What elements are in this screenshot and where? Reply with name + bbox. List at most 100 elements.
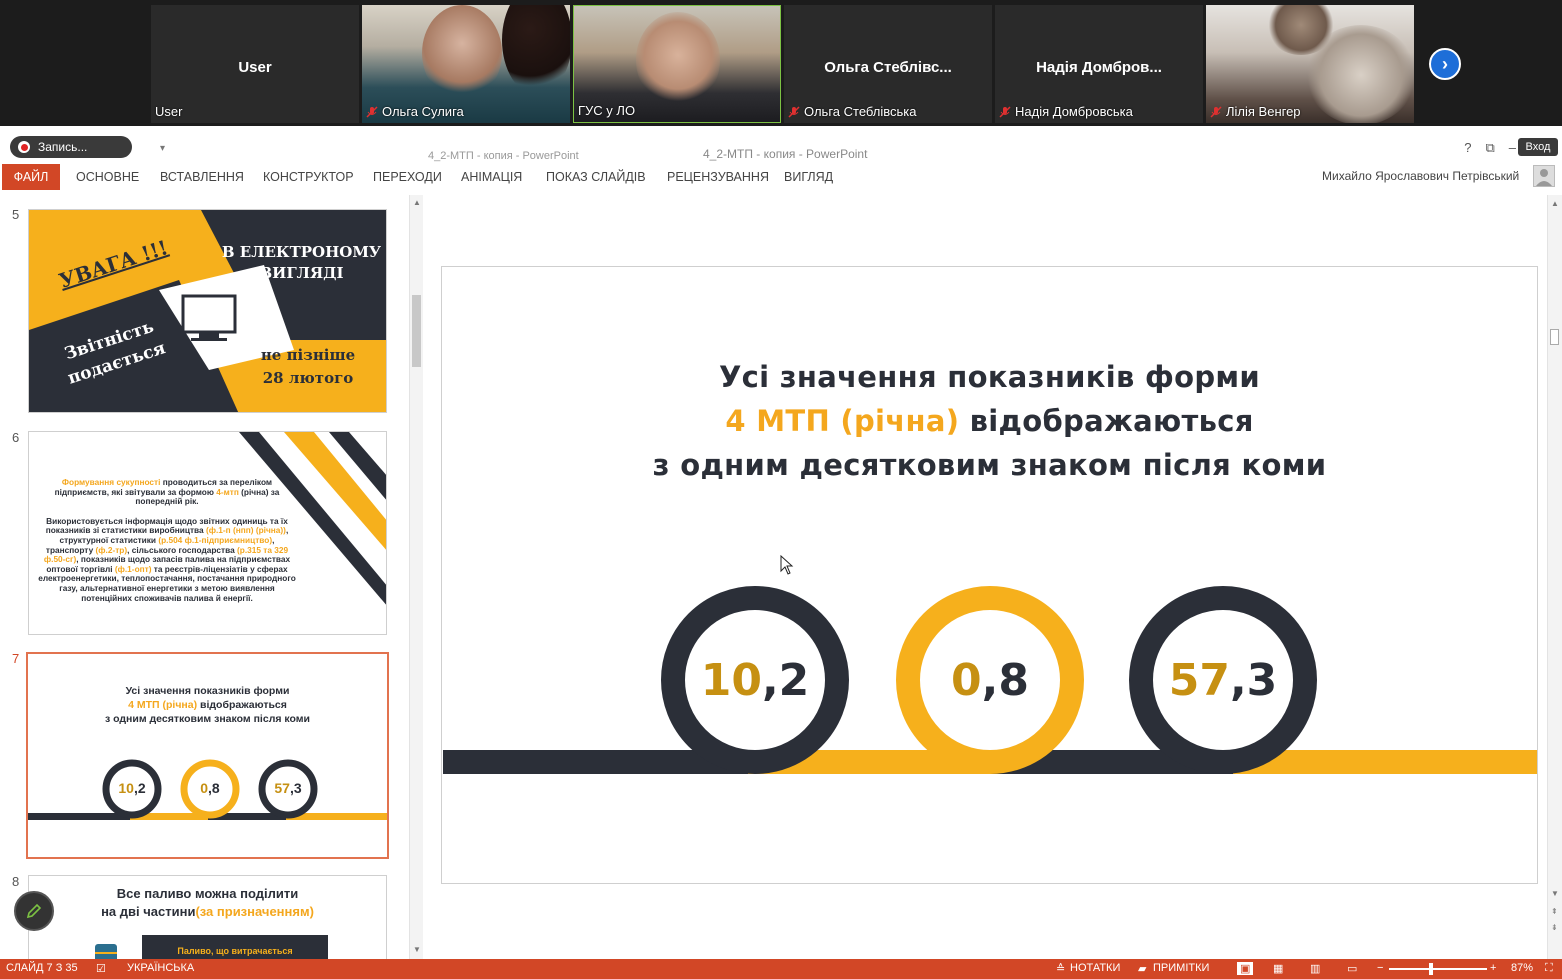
participant-name: Лілія Венгер [1210, 104, 1301, 119]
participant-tile[interactable]: Ольга Стеблівс... Ольга Стеблівська [784, 5, 992, 123]
mini-value-frac: ,2 [133, 780, 146, 796]
tab-view[interactable]: ВИГЛЯД [784, 164, 833, 190]
next-slide-icon[interactable]: ⇟ [1551, 923, 1558, 932]
zoom-in-button[interactable]: + [1490, 962, 1496, 974]
video-feed [636, 12, 720, 108]
mini-value-2: 0,8 [184, 780, 236, 796]
participant-name: User [155, 104, 182, 119]
normal-view-icon[interactable]: ▣ [1237, 962, 1254, 975]
pencil-icon [26, 903, 42, 919]
slide6-paragraph-2: Використовується інформація щодо звітних… [37, 516, 297, 603]
tab-review[interactable]: РЕЦЕНЗУВАННЯ [667, 164, 769, 190]
scrollbar-thumb[interactable] [412, 295, 421, 367]
mini-value-int: 0 [200, 780, 209, 796]
slide-thumbnail-7[interactable]: Усі значення показників форми 4 МТП (річ… [26, 652, 389, 859]
tab-design[interactable]: КОНСТРУКТОР [263, 164, 354, 190]
zoom-level[interactable]: 87% [1511, 962, 1533, 974]
slide8-title-line: на дві частини(за призначенням) [29, 903, 386, 921]
tab-file[interactable]: ФАЙЛ [2, 164, 60, 190]
mouse-cursor-icon [780, 555, 794, 575]
participant-label: ГУС у ЛО [578, 103, 636, 118]
participant-tile-video-active[interactable]: ГУС у ЛО [573, 5, 781, 123]
value-ring-3: 57,3 [1129, 586, 1317, 774]
participant-center-name: User [238, 59, 272, 76]
previous-slide-icon[interactable]: ⇞ [1551, 907, 1558, 916]
participant-name: ГУС у ЛО [578, 103, 635, 118]
slide6-highlight: (ф.1-опт) [114, 563, 152, 574]
participant-tile-video[interactable]: Лілія Венгер [1206, 5, 1414, 123]
slide-thumbnail-pane: 5 УВАГА !!! В ЕЛЕКТРОНОМУ ВИГЛЯДІ Звітні… [0, 195, 424, 959]
chevron-right-icon: › [1442, 53, 1448, 74]
participant-label: Надія Домбровська [1015, 104, 1133, 119]
recording-indicator[interactable]: Запись... [10, 136, 132, 158]
tab-animations[interactable]: АНІМАЦІЯ [461, 164, 522, 190]
scroll-up-icon[interactable]: ▲ [1551, 199, 1559, 208]
video-feed [422, 5, 502, 101]
participant-tile-video[interactable]: Ольга Сулига [362, 5, 570, 123]
comments-icon[interactable]: ▰ [1138, 962, 1146, 975]
scroll-down-icon[interactable]: ▼ [1551, 889, 1559, 898]
slide-title-rest: відображаються [959, 404, 1254, 438]
comments-button[interactable]: ПРИМІТКИ [1153, 962, 1209, 974]
participant-center-name: Ольга Стеблівс... [824, 59, 952, 76]
slide5-electronic: В ЕЛЕКТРОНОМУ ВИГЛЯДІ [221, 243, 382, 282]
zoom-slider-thumb[interactable] [1429, 963, 1433, 975]
value-frac: ,8 [981, 654, 1029, 706]
participant-center-name: Надія Домбров... [1036, 59, 1162, 76]
slide-title-line-1: Усі значення показників форми [718, 360, 1261, 394]
tab-slideshow[interactable]: ПОКАЗ СЛАЙДІВ [546, 164, 646, 190]
value-frac: ,3 [1229, 654, 1278, 706]
participant-label: Ольга Стеблівська [804, 104, 917, 119]
scroll-up-icon[interactable]: ▲ [413, 198, 421, 207]
reading-view-icon[interactable]: ▥ [1310, 962, 1320, 975]
slide-thumbnail-8[interactable]: Все паливо можна поділити на дві частини… [28, 875, 387, 959]
slide8-title-line: Все паливо можна поділити [116, 886, 299, 901]
notes-button[interactable]: НОТАТКИ [1070, 962, 1120, 974]
minimize-icon[interactable]: – [1509, 140, 1516, 156]
ribbon-display-icon[interactable]: ⧉ [1485, 140, 1494, 156]
slide-thumbnail-6[interactable]: Формування сукупності проводиться за пер… [28, 431, 387, 635]
zoom-slider[interactable] [1389, 968, 1487, 970]
slide-counter: СЛАЙД 7 З 35 [6, 962, 78, 974]
account-name[interactable]: Михайло Ярославович Петрівський [1322, 169, 1519, 183]
slide-sorter-icon[interactable]: ▦ [1273, 962, 1283, 975]
login-button[interactable]: Вход [1518, 138, 1558, 156]
window-controls: ? ⧉ – [1464, 140, 1516, 156]
participant-name: Надія Домбровська [999, 104, 1133, 119]
mic-off-icon [788, 105, 800, 118]
fuel-barrel-icon [95, 944, 117, 959]
mini-value-int: 10 [118, 780, 134, 796]
next-participants-button[interactable]: › [1429, 48, 1461, 80]
value-frac: ,2 [761, 654, 810, 706]
thumbnail-scrollbar[interactable]: ▲ ▼ [409, 195, 423, 959]
slide-thumbnail-5[interactable]: УВАГА !!! В ЕЛЕКТРОНОМУ ВИГЛЯДІ Звітніст… [28, 209, 387, 413]
value-int: 0 [951, 654, 982, 706]
slide6-text: Формування сукупності проводиться за пер… [37, 477, 297, 603]
fit-to-window-icon[interactable]: ⛶ [1545, 962, 1553, 975]
participant-tile[interactable]: User User [151, 5, 359, 123]
slide-title: Усі значення показників форми 4 МТП (річ… [442, 355, 1537, 487]
slide6-highlight: (р.504 ф.1-підприємництво) [158, 534, 273, 545]
scroll-down-icon[interactable]: ▼ [413, 945, 421, 954]
record-icon [18, 141, 30, 153]
participant-tile[interactable]: Надія Домбров... Надія Домбровська [995, 5, 1203, 123]
scrollbar-thumb[interactable] [1550, 329, 1559, 345]
tab-transitions[interactable]: ПЕРЕХОДИ [373, 164, 442, 190]
editor-scrollbar[interactable]: ▲ ▼ ⇞ ⇟ [1547, 195, 1562, 959]
language-indicator[interactable]: УКРАЇНСЬКА [127, 962, 194, 974]
spellcheck-icon[interactable]: ☑ [96, 962, 106, 975]
slide8-title-highlight: (за призначенням) [195, 904, 314, 919]
conference-window: User User Ольга Сулига ГУС у ЛО Ольга Ст… [0, 0, 1562, 979]
tab-insert[interactable]: ВСТАВЛЕННЯ [160, 164, 244, 190]
zoom-out-button[interactable]: − [1377, 962, 1383, 974]
tab-home[interactable]: ОСНОВНЕ [76, 164, 139, 190]
customize-toolbar-icon[interactable]: ▾ [160, 143, 165, 154]
notes-icon[interactable]: ≙ [1056, 962, 1065, 975]
avatar[interactable] [1533, 165, 1555, 187]
current-slide[interactable]: Усі значення показників форми 4 МТП (річ… [441, 266, 1538, 884]
annotate-button[interactable] [14, 891, 54, 931]
help-icon[interactable]: ? [1464, 140, 1471, 156]
doc-title-faded: 4_2-МТП - копия - PowerPoint [428, 150, 579, 162]
mic-off-icon [366, 105, 378, 118]
slideshow-view-icon[interactable]: ▭ [1347, 962, 1357, 975]
